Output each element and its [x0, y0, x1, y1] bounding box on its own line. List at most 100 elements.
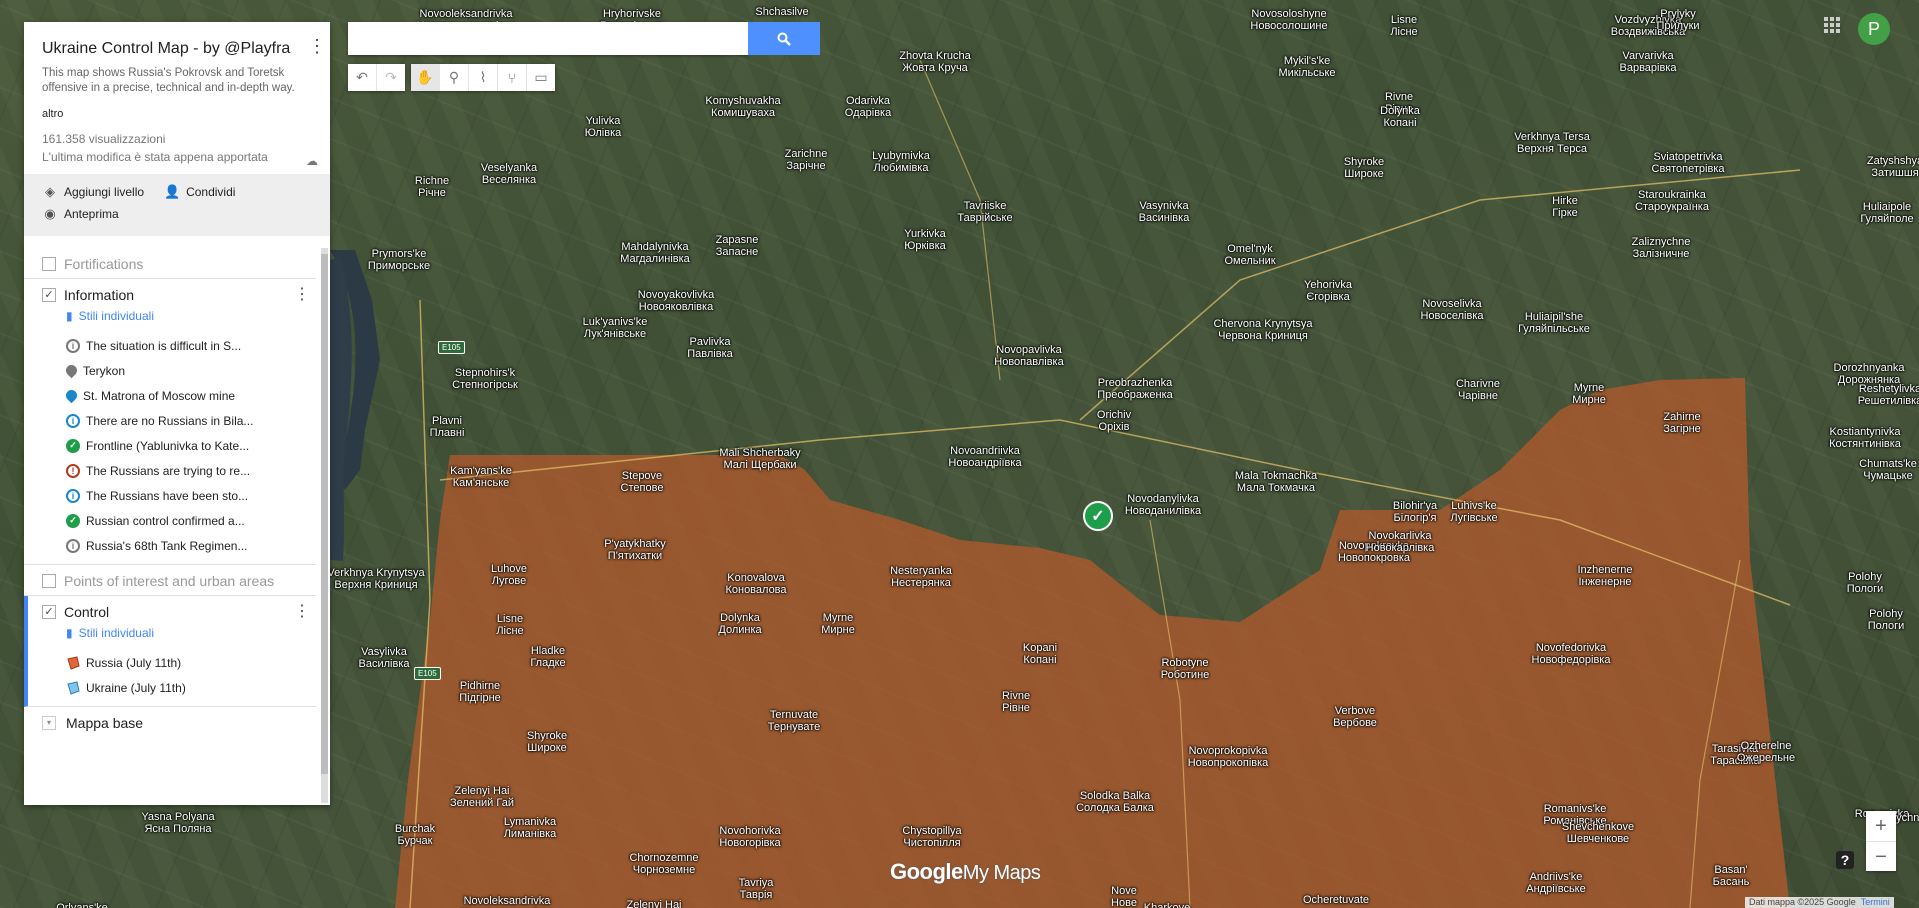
undo-icon[interactable]: ↶	[348, 64, 377, 91]
place-name-cyrillic: П'ятихатки	[607, 550, 663, 562]
place-name-cyrillic: Мирне	[821, 624, 855, 636]
place-name: Mala Tokmachka	[1234, 470, 1318, 482]
layer-fortifications[interactable]: Fortifications	[24, 248, 316, 279]
directions-icon[interactable]: ⑂	[498, 64, 527, 91]
avatar[interactable]: P	[1858, 13, 1890, 45]
place-name-cyrillic: Долинка	[718, 624, 762, 636]
place-name-cyrillic: Новоандріївка	[948, 457, 1022, 469]
place-name: Novofedorivka	[1535, 642, 1607, 654]
redo-icon[interactable]: ↷	[377, 64, 405, 91]
place-label: Verkhnya Tersa Верхня Терса	[1514, 131, 1590, 155]
place-label: Verkhnya Krynytsya Верхня Криниця	[327, 567, 424, 591]
place-label: Zhovta Krucha Жовта Круча	[899, 50, 971, 74]
place-label: Nesteryanka Нестерянка	[890, 565, 952, 589]
place-label: Novokarlivka Новокарлівка	[1366, 530, 1435, 554]
preview-button[interactable]: Anteprima	[64, 207, 119, 221]
information-check-marker[interactable]: ✓	[1083, 501, 1113, 531]
place-name: Omel'nyk	[1227, 243, 1273, 255]
pin-icon	[63, 362, 80, 379]
place-name-cyrillic: Зарічне	[786, 160, 826, 172]
add-layer-button[interactable]: Aggiungi livello	[64, 185, 144, 199]
place-name-cyrillic: Новопавлівка	[994, 356, 1064, 368]
place-label: Varvarivka Варварівка	[1620, 50, 1677, 74]
place-label: Inzhenerne Інженерне	[1577, 564, 1632, 588]
place-label: Orichiv Оріхів	[1097, 409, 1131, 433]
layer-points-of-interest[interactable]: Points of interest and urban areas	[24, 565, 316, 596]
place-name-cyrillic: Степногірськ	[452, 379, 518, 391]
list-item[interactable]: Terykon	[63, 358, 298, 383]
place-name: Basan'	[1714, 864, 1748, 876]
apps-grid-icon[interactable]	[1823, 16, 1841, 34]
place-name: Novohorivka	[719, 825, 781, 837]
place-name-cyrillic: Пологи	[1867, 620, 1905, 632]
list-item[interactable]: i Russia's 68th Tank Regimen...	[66, 533, 298, 558]
ruler-icon[interactable]: ▭	[527, 64, 555, 91]
layer-checkbox[interactable]	[42, 574, 56, 588]
place-label: Zapasne Запасне	[716, 234, 759, 258]
place-name: Myrne	[822, 612, 854, 624]
layer-checkbox[interactable]: ✓	[42, 605, 56, 619]
place-label: Vasylivka Василівка	[359, 646, 410, 670]
place-label: Zelenyi Hai	[626, 899, 681, 908]
hand-icon[interactable]: ✋	[411, 64, 440, 91]
layer-options-kebab-icon[interactable]: ⋮	[294, 287, 310, 303]
list-item[interactable]: Ukraine (July 11th)	[66, 675, 298, 700]
search-input[interactable]	[348, 22, 748, 53]
layer-checkbox[interactable]: ✓	[42, 288, 56, 302]
place-label: Ternuvate Тернувате	[768, 709, 821, 733]
add-marker-icon[interactable]: ⚲	[440, 64, 469, 91]
layer-options-kebab-icon[interactable]: ⋮	[294, 604, 310, 620]
place-name-cyrillic: Річне	[418, 187, 446, 199]
draw-line-icon[interactable]: ⌇	[469, 64, 498, 91]
place-name-cyrillic: Омельник	[1224, 255, 1276, 267]
place-label: Lisne Лісне	[496, 613, 523, 637]
place-name-cyrillic: Святопетрівка	[1651, 163, 1725, 175]
map-title[interactable]: Ukraine Control Map - by @Playfra	[42, 40, 312, 58]
place-name: Dolynka	[720, 612, 760, 624]
place-name: Stepnohirs'k	[454, 367, 516, 379]
place-label: Polohy Пологи	[1847, 571, 1884, 595]
place-name: Novodanylivka	[1127, 493, 1199, 505]
layers-list: Fortifications ✓ Information ⋮ ▮ Stili ind…	[24, 248, 330, 805]
place-label: Zarichne Зарічне	[785, 148, 828, 172]
help-icon[interactable]: ?	[1836, 851, 1854, 869]
list-item[interactable]: ! The Russians are trying to re...	[66, 458, 298, 483]
search-box[interactable]	[348, 22, 748, 55]
list-item[interactable]: i There are no Russians in Bila...	[66, 408, 298, 433]
list-item[interactable]: St. Matrona of Moscow mine	[63, 383, 298, 408]
zoom-in-button[interactable]: +	[1866, 811, 1896, 842]
place-name-cyrillic: Новояковлівка	[638, 301, 714, 313]
map-attribution: Dati mappa ©2025 Google Termini	[1745, 897, 1894, 908]
individual-styles-link[interactable]: ▮ Stili individuali	[66, 626, 298, 640]
place-name: Shyroke	[1343, 156, 1385, 168]
place-label: Reshetylivka Решетилівка	[1858, 383, 1919, 407]
list-item[interactable]: i The Russians have been sto...	[66, 483, 298, 508]
basemap-toggle[interactable]: ▾ Mappa base	[24, 707, 330, 739]
zoom-out-button[interactable]: −	[1866, 842, 1896, 872]
place-name: Verbove	[1334, 705, 1376, 717]
place-name-cyrillic: Рівне	[1002, 702, 1030, 714]
place-name-cyrillic: Решетилівка	[1857, 395, 1919, 407]
map-options-kebab-icon[interactable]: ⋮	[308, 37, 326, 55]
place-name: Zarichne	[784, 148, 828, 160]
list-item[interactable]: ✓ Frontline (Yablunivka to Kate...	[66, 433, 298, 458]
polygon-icon	[67, 655, 80, 670]
individual-styles-link[interactable]: ▮ Stili individuali	[66, 309, 298, 323]
place-name: Andriivs'ke	[1529, 871, 1583, 883]
place-name-cyrillic: Микільське	[1278, 67, 1336, 79]
scrollbar[interactable]	[321, 248, 328, 803]
more-link[interactable]: altro	[42, 108, 312, 120]
search-button[interactable]	[748, 22, 820, 55]
share-button[interactable]: Condividi	[186, 185, 235, 199]
layer-control[interactable]: ✓ Control ⋮ ▮ Stili individuali Russia (Ju…	[24, 596, 316, 707]
place-name: Plavni	[432, 415, 462, 427]
place-label: Novohorivka Новогорівка	[719, 825, 780, 849]
place-label: Lymanivka Лиманівка	[504, 816, 557, 840]
list-item[interactable]: i The situation is difficult in S...	[66, 333, 298, 358]
list-item[interactable]: Russia (July 11th)	[66, 650, 298, 675]
terms-link[interactable]: Termini	[1861, 897, 1890, 907]
layer-checkbox[interactable]	[42, 257, 56, 271]
list-item[interactable]: ✓ Russian control confirmed a...	[66, 508, 298, 533]
place-name-cyrillic: Староукраїнка	[1635, 201, 1709, 213]
layer-information[interactable]: ✓ Information ⋮ ▮ Stili individuali i The s…	[24, 279, 316, 565]
